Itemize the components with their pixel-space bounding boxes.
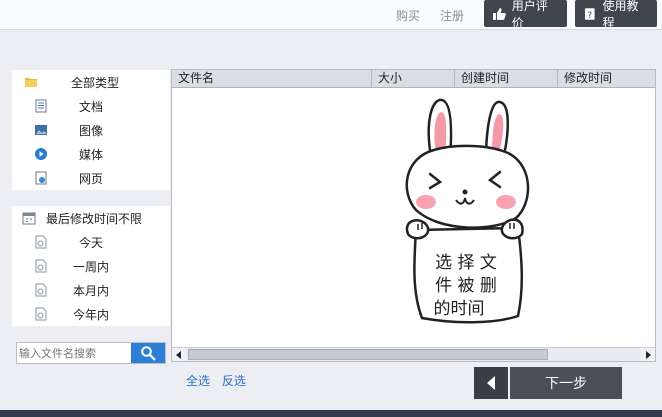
bunny-illustration: 选 择 文 件 被 删 的时间	[405, 98, 530, 324]
any-time-label: 最后修改时间不限	[45, 211, 142, 226]
caret-right-icon	[646, 350, 651, 359]
arrow-left-icon	[487, 376, 495, 390]
table-header: 文件名 大小 创建时间 修改时间	[172, 70, 655, 88]
previous-button[interactable]	[474, 367, 508, 399]
filter-type-webpage[interactable]: 网页	[12, 166, 170, 190]
search-input[interactable]	[17, 343, 131, 363]
tutorial-label: 使用教程	[602, 0, 639, 30]
thumbs-up-icon	[492, 7, 506, 20]
top-bar: 购买 注册 用户评价 ? 使用教程	[0, 0, 662, 30]
scrollbar-thumb[interactable]	[188, 349, 548, 360]
help-book-icon: ?	[584, 7, 595, 20]
next-step-button[interactable]: 下一步	[510, 367, 622, 399]
svg-text:?: ?	[587, 10, 592, 20]
column-modified[interactable]: 修改时间	[558, 70, 655, 87]
filter-time-month[interactable]: 本月内	[12, 278, 170, 302]
search-icon	[141, 346, 156, 361]
scroll-left-arrow[interactable]	[172, 348, 186, 361]
filter-type-image[interactable]: 图像	[12, 118, 170, 142]
selection-links: 全选 反选	[186, 372, 254, 389]
caret-left-icon	[176, 350, 181, 359]
file-type-group: 全部类型 文档 图像 媒体 网页	[12, 70, 170, 190]
select-all-link[interactable]: 全选	[186, 374, 210, 388]
filter-type-media[interactable]: 媒体	[12, 142, 170, 166]
type-media-label: 媒体	[78, 147, 103, 162]
register-link[interactable]: 注册	[440, 7, 464, 24]
search-button[interactable]	[131, 343, 165, 363]
navigation-buttons: 下一步	[474, 367, 622, 399]
filter-time-today[interactable]: 今天	[12, 230, 170, 254]
buy-link[interactable]: 购买	[396, 7, 420, 24]
type-image-label: 图像	[78, 123, 103, 138]
modified-time-group: 最后修改时间不限 今天 一周内 本月内 今年内	[12, 206, 170, 326]
time-week-label: 一周内	[72, 259, 109, 274]
horizontal-scrollbar[interactable]	[172, 347, 655, 361]
column-size[interactable]: 大小	[372, 70, 455, 87]
filter-type-document[interactable]: 文档	[12, 94, 170, 118]
tutorial-button[interactable]: ? 使用教程	[575, 0, 657, 30]
invert-selection-link[interactable]: 反选	[222, 374, 246, 388]
user-review-button[interactable]: 用户评价	[484, 0, 567, 30]
time-today-label: 今天	[78, 235, 103, 250]
user-review-label: 用户评价	[511, 0, 548, 30]
filter-panel: 全部类型 文档 图像 媒体 网页 最后修改时间不限 今天 一周内 本月内 今年内	[12, 70, 170, 326]
column-created[interactable]: 创建时间	[455, 70, 558, 87]
type-document-label: 文档	[78, 99, 103, 114]
time-month-label: 本月内	[72, 283, 109, 298]
filter-time-week[interactable]: 一周内	[12, 254, 170, 278]
filter-any-time[interactable]: 最后修改时间不限	[12, 206, 170, 230]
next-step-label: 下一步	[545, 376, 587, 392]
scroll-right-arrow[interactable]	[641, 348, 655, 361]
search-box	[16, 342, 166, 364]
all-types-label: 全部类型	[70, 75, 119, 90]
caption-line-3: 的时间	[434, 299, 485, 319]
caption-line-1: 选 择 文	[435, 253, 497, 273]
time-year-label: 今年内	[72, 307, 109, 322]
filter-time-year[interactable]: 今年内	[12, 302, 170, 326]
caption-line-2: 件 被 删	[435, 276, 497, 296]
bottom-bar	[0, 410, 662, 417]
column-filename[interactable]: 文件名	[172, 70, 372, 87]
type-webpage-label: 网页	[78, 171, 103, 186]
filter-all-types[interactable]: 全部类型	[12, 70, 170, 94]
file-table: 文件名 大小 创建时间 修改时间 选 择 文 件 被 删 的时间	[171, 69, 656, 362]
